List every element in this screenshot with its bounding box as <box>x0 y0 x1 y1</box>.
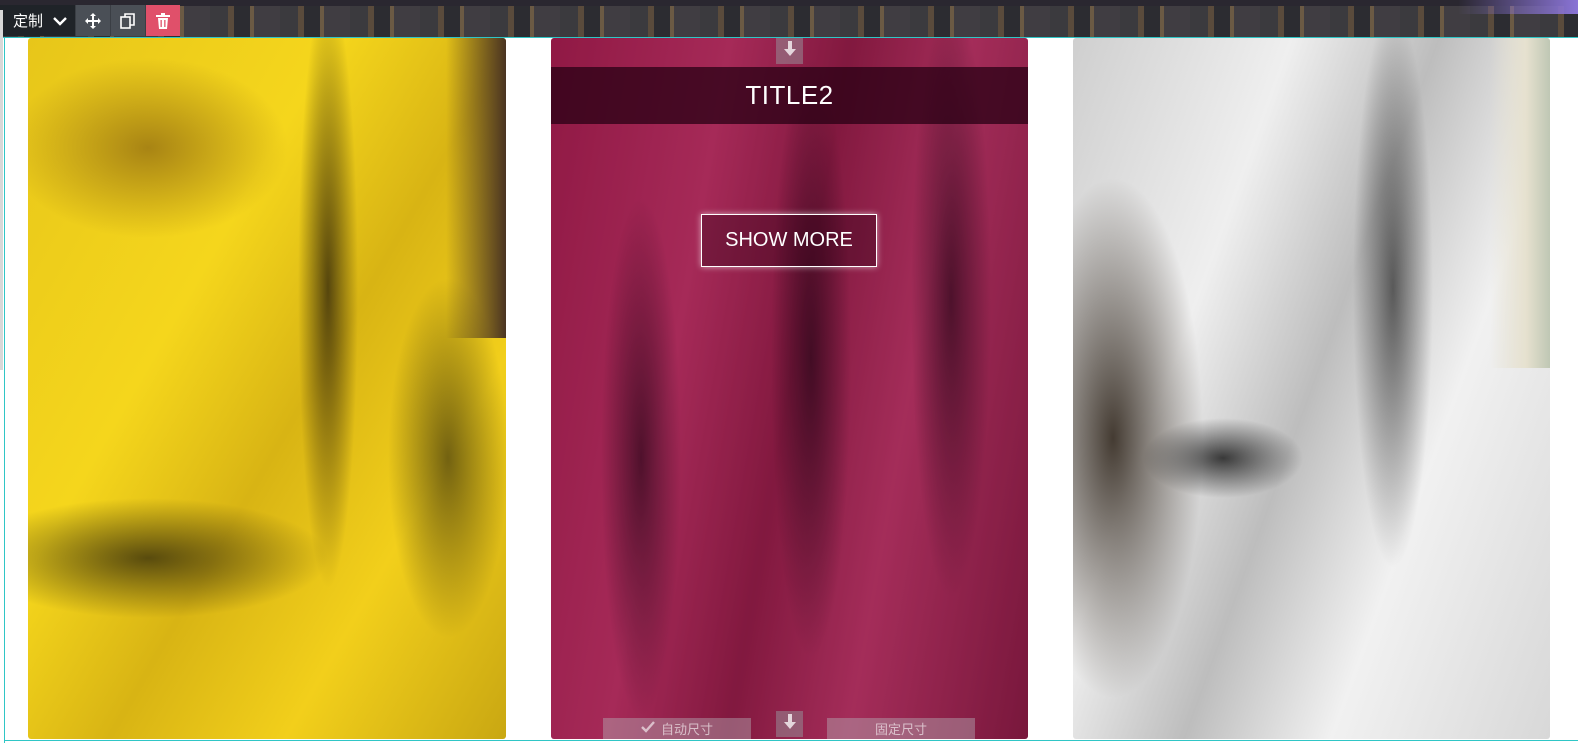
show-more-label: SHOW MORE <box>725 229 853 251</box>
show-more-button[interactable]: SHOW MORE <box>701 214 877 267</box>
banner-highlight <box>1458 0 1578 14</box>
card-title-bar: TITLE2 <box>551 67 1028 124</box>
element-toolbar: 定制 <box>0 5 181 36</box>
top-city-banner <box>0 0 1578 38</box>
mode-select[interactable]: 定制 <box>0 5 76 36</box>
drag-handle-bottom[interactable] <box>776 711 803 737</box>
yellow-fur-card[interactable] <box>28 38 506 739</box>
frame-left-border <box>4 37 5 743</box>
auto-size-label: 自动尺寸 <box>660 722 713 737</box>
mode-select-label: 定制 <box>13 13 44 30</box>
delete-button[interactable] <box>145 5 181 36</box>
card-overlay <box>551 38 1028 739</box>
arrow-down-icon <box>782 40 798 63</box>
copy-button[interactable] <box>110 5 146 36</box>
move-button[interactable] <box>75 5 111 36</box>
banner-sky <box>0 0 1578 6</box>
move-icon <box>84 12 102 30</box>
chevron-down-icon <box>53 16 67 26</box>
white-fur-card[interactable] <box>1073 38 1550 739</box>
card-background-shadow <box>446 38 506 338</box>
trash-icon <box>155 12 171 30</box>
fixed-size-button[interactable]: 固定尺寸 <box>827 718 975 739</box>
drag-handle-top[interactable] <box>776 38 803 64</box>
arrow-down-icon <box>782 713 798 736</box>
copy-icon <box>119 12 137 30</box>
auto-size-button[interactable]: 自动尺寸 <box>603 718 751 739</box>
card-title: TITLE2 <box>745 80 834 110</box>
fixed-size-label: 固定尺寸 <box>874 722 927 737</box>
frame-bottom-border <box>4 740 1578 741</box>
page-scrollbar[interactable] <box>0 10 3 370</box>
card-background-fabric <box>1490 38 1550 368</box>
pink-fur-card[interactable]: TITLE2 SHOW MORE 自动尺寸 固定尺寸 <box>551 38 1028 739</box>
check-icon <box>641 721 655 736</box>
